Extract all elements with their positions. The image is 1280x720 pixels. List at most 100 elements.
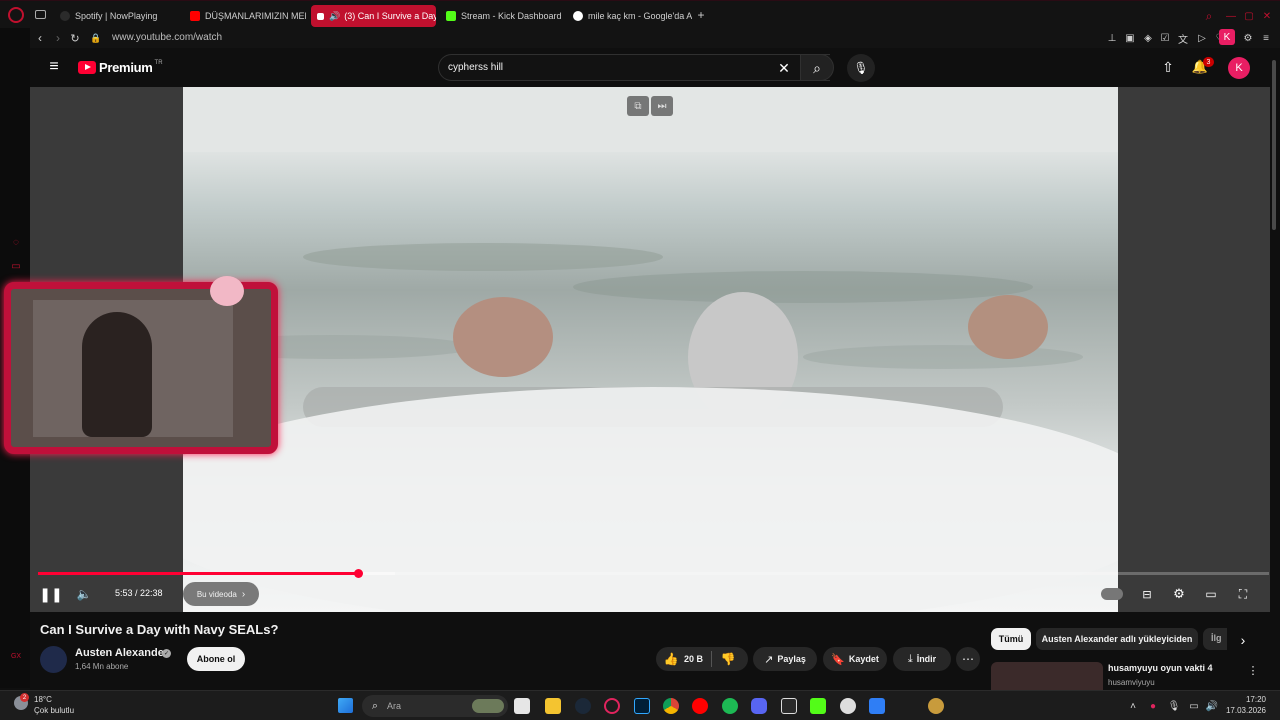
dislike-icon[interactable]: 👎: [720, 651, 736, 667]
tab-youtube-active[interactable]: 🔊 (3) Can I Survive a Day: [311, 5, 436, 27]
chip-all[interactable]: Tümü: [991, 628, 1031, 650]
gear-icon[interactable]: ⚙: [1170, 585, 1188, 603]
more-actions-button[interactable]: ⋯: [956, 647, 980, 671]
verified-icon: ✓: [162, 649, 171, 658]
search-highlight-image: [472, 699, 504, 713]
pin-icon[interactable]: ⊥: [1106, 31, 1118, 45]
search-tabs-icon[interactable]: ⌕: [1202, 9, 1216, 23]
fullscreen-icon[interactable]: ⛶: [1234, 586, 1252, 602]
video-frame[interactable]: ⧉ ⏭: [183, 87, 1118, 612]
forward-icon[interactable]: ›: [52, 31, 64, 45]
more-vertical-icon[interactable]: ⋮: [1248, 663, 1259, 677]
page-scrollbar[interactable]: [1272, 60, 1276, 230]
save-button[interactable]: 🔖 Kaydet: [823, 647, 887, 671]
temperature[interactable]: 18°C: [34, 695, 52, 704]
settings-icon[interactable]: ⚙: [1242, 31, 1254, 45]
sidebar-wallet-icon[interactable]: ▭: [10, 260, 22, 272]
tray-app-icon[interactable]: ●: [1147, 699, 1159, 713]
clear-search-icon[interactable]: ✕: [775, 59, 793, 77]
chip-uploader[interactable]: Austen Alexander adlı yükleyiciden: [1036, 628, 1198, 650]
kick-favicon-icon: [446, 11, 456, 21]
chevron-right-icon[interactable]: ›: [1236, 632, 1250, 648]
account-avatar[interactable]: K: [1228, 57, 1250, 79]
chrome-icon[interactable]: [663, 698, 679, 714]
autoplay-toggle[interactable]: [1101, 588, 1123, 600]
youtube-music-icon[interactable]: [692, 698, 708, 714]
menu-icon[interactable]: ≡: [46, 58, 62, 75]
streamer-silhouette: [82, 312, 152, 437]
weather-text[interactable]: Çok bulutlu: [34, 706, 74, 715]
opera-gx-icon[interactable]: [604, 698, 620, 714]
like-count[interactable]: 20 B: [684, 654, 703, 664]
vpn-icon[interactable]: ☑: [1159, 31, 1171, 45]
discord-icon[interactable]: [751, 698, 767, 714]
sidebar-aria-icon[interactable]: ◌: [10, 236, 22, 248]
notepad-icon[interactable]: [869, 698, 885, 714]
opera-logo-icon[interactable]: [8, 7, 24, 23]
new-tab-icon[interactable]: +: [695, 8, 707, 22]
file-explorer-icon[interactable]: [545, 698, 561, 714]
minimize-icon[interactable]: —: [1224, 9, 1238, 23]
close-window-icon[interactable]: ✕: [1260, 9, 1274, 23]
profile-icon[interactable]: K: [1219, 29, 1235, 45]
subtitles-icon[interactable]: ⊟: [1138, 586, 1156, 602]
shield-icon[interactable]: ◈: [1142, 31, 1154, 45]
pause-icon[interactable]: ❚❚: [39, 585, 62, 603]
app-icon[interactable]: [840, 698, 856, 714]
photoshop-icon[interactable]: [634, 698, 650, 714]
subscriber-count: 1,64 Mn abone: [75, 662, 129, 671]
back-icon[interactable]: ‹: [34, 31, 46, 45]
search-icon: ⌕: [813, 59, 821, 76]
speaker-icon[interactable]: 🔊: [329, 11, 340, 22]
start-icon[interactable]: [338, 698, 353, 713]
tab-spotify[interactable]: Spotify | NowPlaying: [54, 5, 182, 27]
tab-kick[interactable]: Stream - Kick Dashboard: [440, 5, 565, 27]
microphone-tray-icon[interactable]: 🎙: [1168, 699, 1181, 713]
related-channel[interactable]: husamviyuyu: [1108, 678, 1155, 687]
league-icon[interactable]: [928, 698, 944, 714]
tab-google[interactable]: mile kaç km - Google'da A: [567, 5, 692, 27]
easy-setup-icon[interactable]: ≡: [1260, 31, 1272, 45]
subscribe-button[interactable]: Abone ol: [187, 647, 245, 671]
clock-date[interactable]: 17.03.2026: [1224, 706, 1266, 715]
search-input[interactable]: [448, 59, 768, 76]
volume-icon[interactable]: 🔈: [75, 585, 93, 603]
download-button[interactable]: ⤓ İndir: [893, 647, 951, 671]
translate-icon[interactable]: 文: [1177, 31, 1189, 46]
related-title[interactable]: husamyuyu oyun vakti 4: [1108, 663, 1213, 673]
volume-tray-icon[interactable]: 🔊: [1206, 699, 1218, 713]
tab-label: DÜŞMANLARIMIZIN MEKA: [205, 11, 306, 21]
tray-chevron-icon[interactable]: ˄: [1127, 699, 1139, 713]
kick-app-icon[interactable]: [810, 698, 826, 714]
url-text[interactable]: www.youtube.com/watch: [112, 32, 222, 43]
chapter-chip[interactable]: Bu videoda ›: [183, 582, 259, 606]
channel-avatar[interactable]: [40, 646, 67, 673]
like-icon[interactable]: 👍: [663, 651, 679, 667]
clock-time[interactable]: 17:20: [1234, 695, 1266, 704]
spotify-icon[interactable]: [722, 698, 738, 714]
network-icon[interactable]: ▭: [1188, 699, 1200, 713]
progress-scrubber[interactable]: [354, 569, 364, 578]
epic-games-icon[interactable]: [781, 698, 797, 714]
task-view-icon[interactable]: [514, 698, 530, 714]
youtube-favicon-icon: [317, 12, 324, 20]
channel-name[interactable]: Austen Alexander: [75, 647, 168, 659]
steam-icon[interactable]: [575, 698, 591, 714]
youtube-logo[interactable]: Premium TR: [78, 60, 163, 75]
sidebar-gx-icon[interactable]: GX: [8, 650, 24, 662]
windows-taskbar: 2 18°C Çok bulutlu ⌕ Ara ˄ ● 🎙 ▭ 🔊 17:20…: [0, 690, 1280, 720]
upload-icon[interactable]: ⇧: [1160, 59, 1176, 75]
maximize-icon[interactable]: ▢: [1242, 9, 1256, 23]
snapshot-icon[interactable]: ▣: [1124, 31, 1136, 45]
youtube-play-icon: [78, 61, 96, 74]
play-icon[interactable]: ▷: [1196, 31, 1208, 45]
theater-mode-icon[interactable]: ▭: [1202, 586, 1220, 602]
share-button[interactable]: ↗ Paylaş: [753, 647, 817, 671]
chip-related-clip[interactable]: İlg: [1203, 628, 1227, 650]
workspaces-icon[interactable]: [35, 10, 46, 19]
related-thumbnail[interactable]: [991, 662, 1103, 690]
video-title: Can I Survive a Day with Navy SEALs?: [40, 622, 279, 637]
reload-icon[interactable]: ↻: [69, 31, 81, 45]
tab-youtube-1[interactable]: DÜŞMANLARIMIZIN MEKA: [184, 5, 306, 27]
chip-related: İlg: [1211, 633, 1222, 643]
